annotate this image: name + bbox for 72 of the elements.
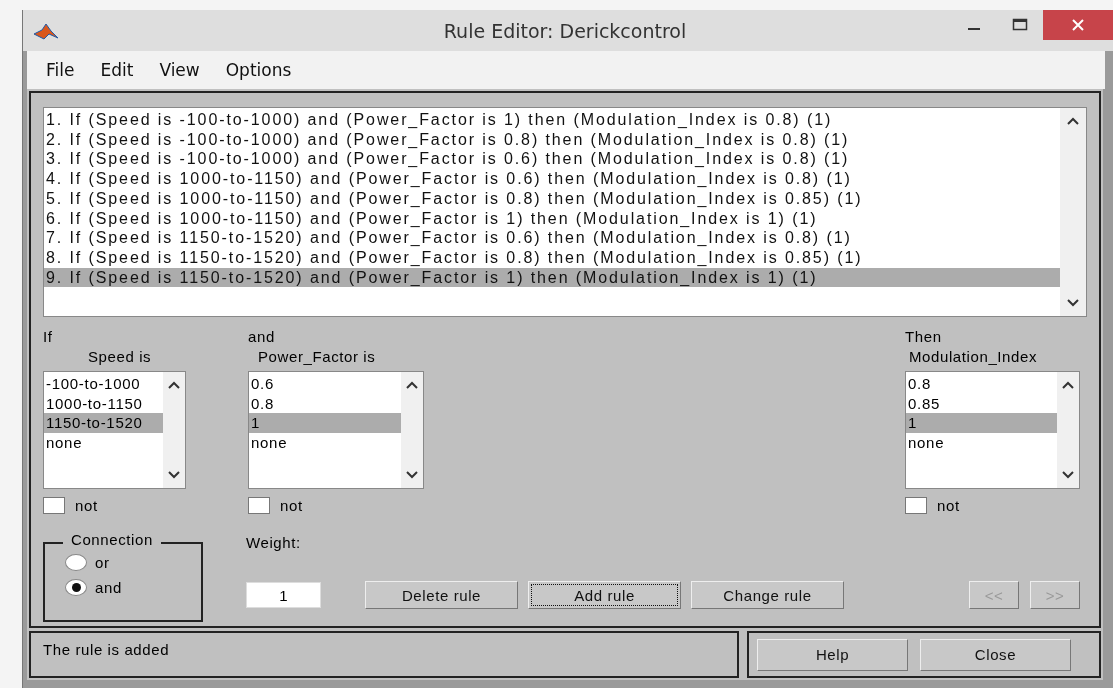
- menu-item[interactable]: Edit: [87, 60, 147, 81]
- radio-button[interactable]: [65, 554, 87, 571]
- chevron-down-icon[interactable]: [405, 470, 419, 480]
- option-item[interactable]: 0.8: [249, 393, 401, 414]
- checkbox-label: not: [75, 497, 98, 514]
- radio-label: or: [95, 554, 110, 571]
- checkbox-label: not: [937, 497, 960, 514]
- chevron-up-icon[interactable]: [1066, 116, 1080, 126]
- option-item[interactable]: 1000-to-1150: [44, 393, 163, 414]
- rule-button[interactable]: Delete rule: [365, 581, 518, 609]
- column-label: Power_Factor is: [257, 347, 377, 367]
- menu-item[interactable]: File: [33, 60, 88, 81]
- column-heading: If: [43, 327, 54, 347]
- chevron-down-icon[interactable]: [1066, 298, 1080, 308]
- scrollbar[interactable]: [1060, 108, 1086, 316]
- option-item[interactable]: 1150-to-1520: [44, 413, 163, 434]
- rule-button[interactable]: Change rule: [691, 581, 844, 609]
- rule-item[interactable]: 2. If (Speed is -100-to-1000) and (Power_Factor is 0.8) then (Modulation_Index is 0.8) (1): [44, 129, 1060, 150]
- option-item[interactable]: -100-to-1000: [44, 374, 163, 394]
- close-icon: [1071, 18, 1085, 32]
- option-item[interactable]: 0.85: [906, 393, 1057, 414]
- not-checkbox[interactable]: [248, 497, 270, 514]
- rule-item[interactable]: 6. If (Speed is 1000-to-1150) and (Power_Factor is 1) then (Modulation_Index is 1) (1): [44, 208, 1060, 229]
- rule-item[interactable]: 8. If (Speed is 1150-to-1520) and (Power_Factor is 0.8) then (Modulation_Index is 0.85) (1): [44, 247, 1060, 268]
- chevron-up-icon[interactable]: [405, 380, 419, 390]
- dialog-button[interactable]: Help: [757, 638, 908, 671]
- radio-label: and: [95, 579, 122, 596]
- not-checkbox[interactable]: [43, 497, 65, 514]
- menu-item[interactable]: View: [146, 60, 213, 81]
- option-item[interactable]: 1: [906, 413, 1057, 434]
- option-item[interactable]: 0.6: [249, 374, 401, 394]
- option-item[interactable]: none: [249, 433, 401, 453]
- chevron-up-icon[interactable]: [167, 380, 181, 390]
- option-item[interactable]: 0.8: [906, 374, 1057, 394]
- minimize-icon: [968, 28, 980, 30]
- column-label: Modulation_Index: [908, 347, 1039, 367]
- status-message: The rule is added: [43, 641, 170, 658]
- rule-item[interactable]: 4. If (Speed is 1000-to-1150) and (Power_Factor is 0.6) then (Modulation_Index is 0.8) (1): [44, 169, 1060, 189]
- menu-item[interactable]: Options: [212, 60, 305, 81]
- close-button[interactable]: [1043, 10, 1113, 40]
- window-title: Rule Editor: Derickcontrol: [442, 19, 688, 42]
- maximize-icon: [1012, 18, 1028, 32]
- options-list[interactable]: 0.8 0.85 1 none: [905, 371, 1080, 489]
- rule-item[interactable]: 7. If (Speed is 1150-to-1520) and (Power_Factor is 0.6) then (Modulation_Index is 0.8) (1): [44, 228, 1060, 248]
- scrollbar[interactable]: [163, 372, 185, 488]
- option-item[interactable]: none: [44, 433, 163, 453]
- rule-item[interactable]: 3. If (Speed is -100-to-1000) and (Power_Factor is 0.6) then (Modulation_Index is 0.8) (1): [44, 149, 1060, 170]
- options-list[interactable]: -100-to-1000 1000-to-1150 1150-to-1520 none: [43, 371, 186, 489]
- option-item[interactable]: 1: [249, 413, 401, 434]
- rule-list[interactable]: [43, 107, 1087, 317]
- chevron-up-icon[interactable]: [1061, 380, 1075, 390]
- dialog-button[interactable]: Close: [920, 638, 1071, 671]
- rule-item[interactable]: 1. If (Speed is -100-to-1000) and (Power_Factor is 1) then (Modulation_Index is 0.8) (1): [44, 110, 1060, 130]
- radio-button[interactable]: [65, 579, 87, 596]
- chevron-down-icon[interactable]: [1061, 470, 1075, 480]
- column-label: Speed is: [87, 347, 153, 367]
- scrollbar[interactable]: [401, 372, 423, 488]
- column-heading: and: [248, 327, 276, 347]
- rule-item[interactable]: 9. If (Speed is 1150-to-1520) and (Power_Factor is 1) then (Modulation_Index is 1) (1): [44, 267, 1060, 288]
- options-list[interactable]: 0.6 0.8 1 none: [248, 371, 424, 489]
- rule-item[interactable]: 5. If (Speed is 1000-to-1150) and (Power_Factor is 0.8) then (Modulation_Index is 0.85) (1): [44, 188, 1060, 209]
- app-logo-icon: [33, 21, 59, 40]
- scrollbar[interactable]: [1057, 372, 1079, 488]
- column-heading: Then: [905, 327, 943, 347]
- chevron-down-icon[interactable]: [167, 470, 181, 480]
- checkbox-label: not: [280, 497, 303, 514]
- rule-button[interactable]: Add rule: [528, 581, 681, 609]
- weight-label: Weight:: [246, 534, 302, 551]
- option-item[interactable]: none: [906, 433, 1057, 453]
- weight-field[interactable]: 1: [246, 582, 321, 608]
- not-checkbox[interactable]: [905, 497, 927, 514]
- group-title: Connection: [63, 531, 161, 548]
